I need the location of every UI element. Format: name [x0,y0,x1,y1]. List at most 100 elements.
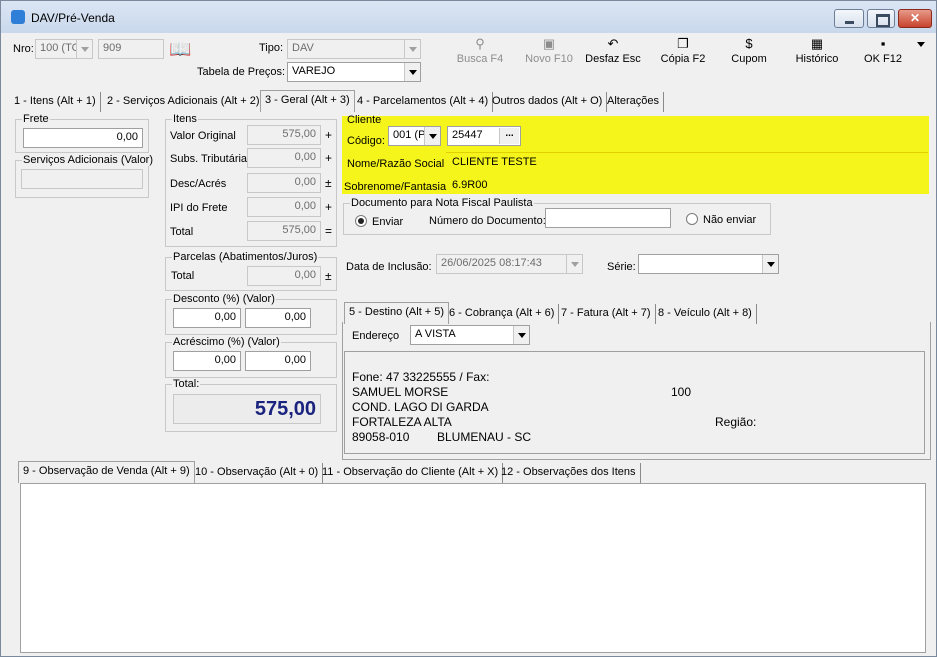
obs-tabs-tab-0[interactable]: 9 - Observação de Venda (Alt + 9) [18,461,195,483]
toolbar-button-6[interactable]: ▪ OK F12 [851,36,915,66]
acrescimo-pct-input[interactable]: 0,00 [173,351,241,371]
save-icon: ▪ [880,36,886,51]
parcelas-total-field: 0,00 [247,266,321,286]
sub-tabs-tab-2[interactable]: 7 - Fatura (Alt + 7) [557,304,656,324]
title-bar: DAV/Pré-Venda ✕ [1,1,936,33]
toolbar-button-4[interactable]: $ Cupom [717,36,781,66]
nfp-enviar-radio[interactable] [355,215,367,227]
tabela-label: Tabela de Preços: [197,66,286,78]
itens-label-1: Subs. Tributária [170,153,248,165]
obs-tabs-tab-3[interactable]: 12 - Observações dos Itens [497,463,641,483]
nfp-caption: Documento para Nota Fiscal Paulista [350,197,534,209]
itens-value-1: 0,00 [247,148,321,168]
main-tabs-tab-5[interactable]: Alterações [603,92,664,112]
itens-sign-0: + [325,128,333,142]
itens-value-3: 0,00 [247,197,321,217]
toolbar-label: Cópia F2 [660,53,706,65]
toolbar-button-3[interactable]: ❐ Cópia F2 [651,36,715,66]
sub-tabs-tab-1[interactable]: 6 - Cobrança (Alt + 6) [445,304,560,324]
servicos-caption: Serviços Adicionais (Valor) [22,154,155,166]
toolbar-button-5[interactable]: ▦ Histórico [785,36,849,66]
itens-label-4: Total [170,226,194,238]
main-tabs-tab-0[interactable]: 1 - Itens (Alt + 1) [10,92,101,112]
main-tabs-tab-2[interactable]: 3 - Geral (Alt + 3) [260,90,355,112]
close-button[interactable]: ✕ [898,9,932,28]
cliente-caption: Cliente [347,114,382,126]
itens-caption: Itens [172,113,198,125]
acrescimo-caption: Acréscimo (%) (Valor) [172,336,281,348]
sub-tabs-tab-0[interactable]: 5 - Destino (Alt + 5) [344,302,450,324]
itens-sign-3: + [325,200,333,214]
toolbar-label: Novo F10 [525,53,573,65]
cliente-codigo-label: Código: [347,135,385,147]
undo-icon: ↶ [607,36,619,51]
itens-sign-2: ± [325,176,332,190]
main-tabs-tab-3[interactable]: 4 - Parcelamentos (Alt + 4) [353,92,494,112]
nfp-numero-input[interactable] [545,208,671,228]
itens-value-4: 575,00 [247,221,321,241]
itens-value-0: 575,00 [247,125,321,145]
toolbar-label: Desfaz Esc [585,53,641,65]
nfp-nao-enviar-radio[interactable] [686,213,698,225]
address-regiao-label: Região: [715,415,757,429]
toolbar-label: Histórico [795,53,839,65]
cliente-codigo-combo[interactable]: 001 (PI [388,126,441,146]
endereco-combo[interactable]: A VISTA [410,325,530,345]
copy-icon: ❐ [677,36,689,51]
observation-textarea[interactable] [20,483,926,653]
cliente-nome-label: Nome/Razão Social [347,158,445,170]
observation-tab-bar: 9 - Observação de Venda (Alt + 9) 10 - Ob… [18,461,648,483]
obs-tabs-tab-1[interactable]: 10 - Observação (Alt + 0) [191,463,324,483]
nro-combo[interactable]: 100 (TO [35,39,93,59]
cliente-lookup-button[interactable]: ... [499,128,519,144]
endereco-label: Endereço [352,330,400,342]
maximize-button[interactable] [867,9,895,28]
nfp-numero-label: Número do Documento: [429,215,546,227]
address-phone: Fone: 47 33225555 / Fax: [352,370,490,384]
toolbar-chevron-down-icon[interactable] [917,42,925,47]
desconto-caption: Desconto (%) (Valor) [172,293,276,305]
frete-input[interactable]: 0,00 [23,128,143,148]
serie-combo[interactable] [638,254,779,274]
sub-tabs-tab-3[interactable]: 8 - Veículo (Alt + 8) [654,304,757,324]
address-name: SAMUEL MORSE [352,385,449,399]
obs-tabs-tab-2[interactable]: 11 - Observação do Cliente (Alt + X) [318,463,504,483]
parcelas-total-label: Total [171,270,195,282]
history-icon: ▦ [810,36,824,51]
itens-label-2: Desc/Acrés [170,178,227,190]
tipo-combo[interactable]: DAV [287,39,421,59]
toolbar-button-0[interactable]: ⚲ Busca F4 [448,37,512,66]
dav-window: DAV/Pré-Venda ✕ Nro: 100 (TO 909 📖 Tipo:… [0,0,937,657]
toolbar-button-2[interactable]: ↶ Desfaz Esc [581,36,645,66]
address-line3: FORTALEZA ALTA [352,415,452,429]
cliente-sobrenome-label: Sobrenome/Fantasia [344,181,447,193]
acrescimo-valor-input[interactable]: 0,00 [245,351,311,371]
nfp-nao-enviar-label: Não enviar [703,214,757,226]
itens-label-0: Valor Original [170,130,236,142]
itens-sign-1: + [325,151,333,165]
desconto-valor-input[interactable]: 0,00 [245,308,311,328]
main-tabs-tab-4[interactable]: Outros dados (Alt + O) [488,92,608,112]
parcelas-caption: Parcelas (Abatimentos/Juros) [172,251,319,263]
minimize-button[interactable] [834,9,864,28]
itens-sign-4: = [325,224,333,238]
desconto-pct-input[interactable]: 0,00 [173,308,241,328]
cliente-nome-value: CLIENTE TESTE [452,156,537,168]
total-value: 575,00 [173,394,321,424]
tabela-combo[interactable]: VAREJO [287,62,421,82]
coupon-icon: $ [745,36,753,51]
cliente-sobrenome-value: 6.9R00 [452,179,488,191]
toolbar-button-1[interactable]: ▣ Novo F10 [517,36,581,66]
servicos-field [21,169,143,189]
inclusao-field: 26/06/2025 08:17:43 [436,254,583,274]
new-icon: ▣ [542,36,556,51]
window-title: DAV/Pré-Venda [31,11,115,25]
nro-code-field[interactable]: 909 [98,39,164,59]
main-tabs-tab-1[interactable]: 2 - Serviços Adicionais (Alt + 2) [103,92,265,112]
toolbar-label: Busca F4 [456,53,504,65]
nfp-enviar-label: Enviar [372,216,404,228]
book-icon[interactable]: 📖 [169,39,191,60]
itens-label-3: IPI do Frete [170,202,228,214]
address-city: BLUMENAU - SC [437,430,532,444]
serie-label: Série: [607,261,636,273]
